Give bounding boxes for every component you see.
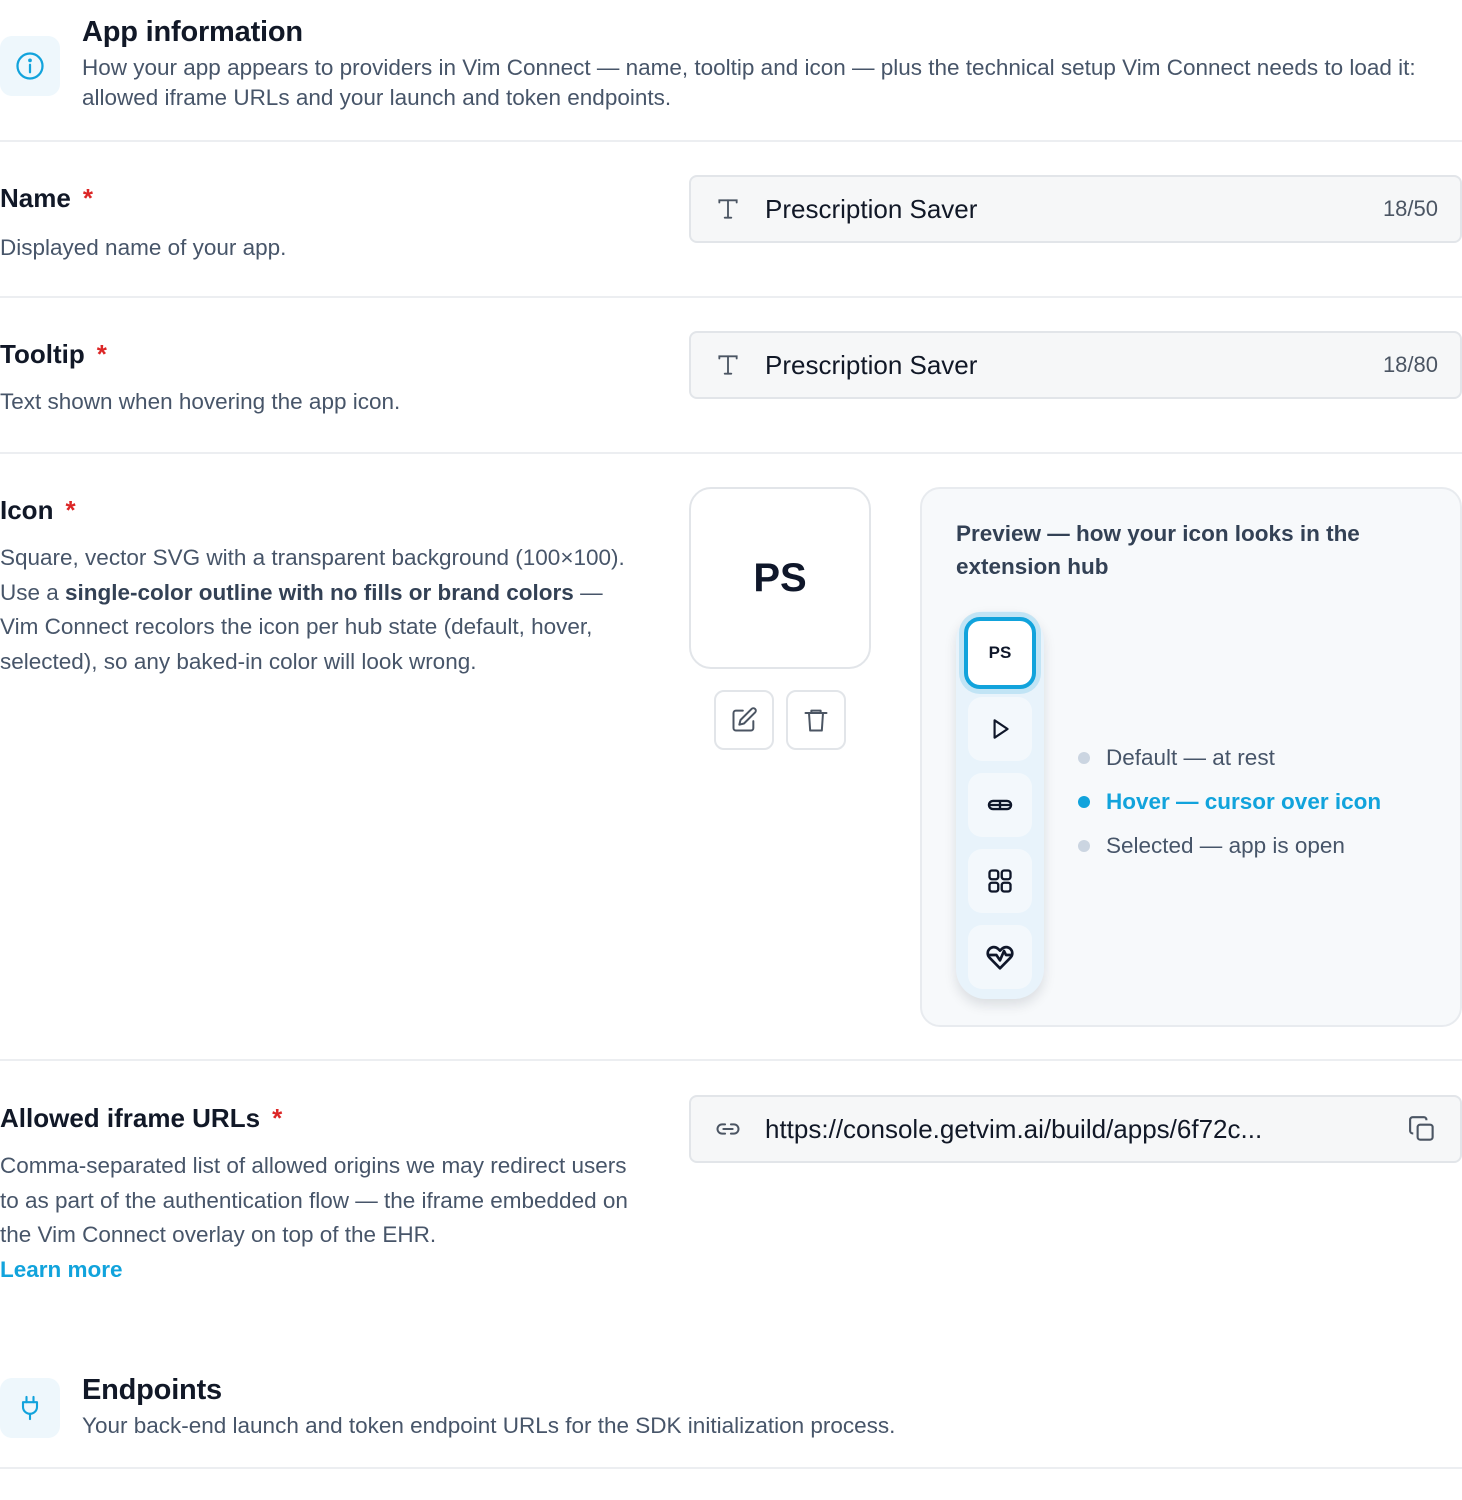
- hub-item-grid[interactable]: [968, 849, 1032, 913]
- extension-hub: PS: [956, 611, 1044, 999]
- trash-icon: [804, 709, 828, 732]
- divider: [0, 1467, 1462, 1469]
- section-title-endpoints: Endpoints: [82, 1374, 222, 1406]
- link-icon: [691, 1115, 765, 1143]
- state-dot: [1078, 796, 1090, 808]
- iframe-urls-input[interactable]: https://console.getvim.ai/build/apps/6f7…: [689, 1095, 1462, 1163]
- icon-field-help: Square, vector SVG with a transparent ba…: [0, 545, 625, 674]
- icon-field-label: Icon *: [0, 495, 76, 525]
- learn-more-link[interactable]: Learn more: [0, 1257, 123, 1282]
- app-icon-preview: PS: [689, 487, 871, 669]
- required-asterisk: *: [82, 183, 93, 213]
- required-asterisk: *: [96, 339, 107, 369]
- section-description-app-information: How your app appears to providers in Vim…: [82, 55, 1416, 110]
- state-dot: [1078, 752, 1090, 764]
- iframe-urls-field-help: Comma-separated list of allowed origins …: [0, 1153, 628, 1282]
- divider: [0, 296, 1462, 298]
- required-asterisk: *: [272, 1103, 283, 1133]
- state-default: Default — at rest: [1078, 745, 1275, 771]
- hub-item-pill[interactable]: [968, 773, 1032, 837]
- text-type-icon: [691, 196, 765, 222]
- required-asterisk: *: [65, 495, 76, 525]
- section-title-app-information: App information: [82, 16, 303, 48]
- delete-icon-button[interactable]: [786, 690, 846, 750]
- tooltip-field-label: Tooltip *: [0, 339, 107, 369]
- divider: [0, 1059, 1462, 1061]
- name-char-counter: 18/50: [1382, 196, 1438, 221]
- endpoints-section-icon: [0, 1378, 60, 1438]
- iframe-urls-input-value[interactable]: https://console.getvim.ai/build/apps/6f7…: [765, 1114, 1384, 1145]
- plug-icon: [21, 1395, 39, 1421]
- pill-icon: [987, 799, 1013, 811]
- section-description-endpoints: Your back-end launch and token endpoint …: [82, 1413, 896, 1438]
- text-type-icon: [691, 352, 765, 378]
- grid-icon: [988, 869, 1012, 893]
- hub-preview-card: Preview — how your icon looks in the ext…: [920, 487, 1462, 1027]
- play-icon: [993, 719, 1009, 739]
- name-field-help: Displayed name of your app.: [0, 235, 287, 260]
- edit-icon-button[interactable]: [714, 690, 774, 750]
- hub-item-play[interactable]: [968, 697, 1032, 761]
- name-input-value[interactable]: Prescription Saver: [765, 194, 1383, 225]
- preview-title: Preview — how your icon looks in the ext…: [956, 521, 1360, 579]
- state-dot: [1078, 840, 1090, 852]
- copy-icon: [1409, 1116, 1434, 1141]
- info-circle-icon: [16, 52, 44, 80]
- copy-url-button[interactable]: [1384, 1114, 1460, 1144]
- tooltip-char-counter: 18/80: [1382, 352, 1438, 377]
- hub-item-heart[interactable]: [968, 925, 1032, 989]
- heart-icon: [986, 945, 1014, 970]
- divider: [0, 140, 1462, 142]
- tooltip-field-help: Text shown when hovering the app icon.: [0, 389, 401, 414]
- state-hover: Hover — cursor over icon: [1078, 789, 1381, 815]
- name-field-label: Name *: [0, 183, 93, 213]
- iframe-urls-field-label: Allowed iframe URLs *: [0, 1103, 283, 1133]
- hub-item-app-selected[interactable]: PS: [964, 617, 1036, 689]
- app-info-section-icon: [0, 36, 60, 96]
- pencil-edit-icon: [732, 707, 757, 732]
- state-selected: Selected — app is open: [1078, 833, 1345, 859]
- tooltip-input-value[interactable]: Prescription Saver: [765, 350, 1383, 381]
- divider: [0, 452, 1462, 454]
- name-input[interactable]: Prescription Saver 18/50: [689, 175, 1462, 243]
- tooltip-input[interactable]: Prescription Saver 18/80: [689, 331, 1462, 399]
